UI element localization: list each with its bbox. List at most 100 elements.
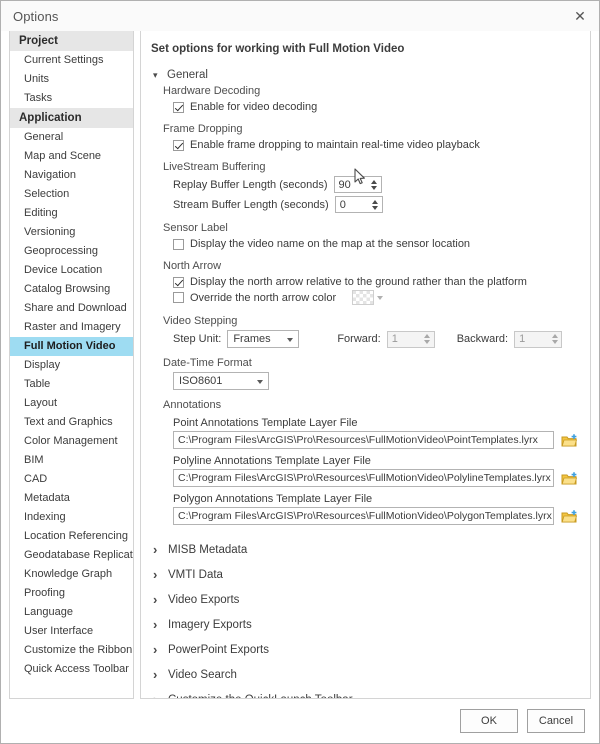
sidebar-item-tasks[interactable]: Tasks [10,89,133,108]
chevron-up-icon[interactable] [424,334,431,338]
sidebar-item-geoprocessing[interactable]: Geoprocessing [10,242,133,261]
sidebar-item-units[interactable]: Units [10,70,133,89]
checkbox-row-display-video-name[interactable]: Display the video name on the map at the… [173,237,578,251]
section-toggle-customize-quicklaunch-toolbar[interactable]: Customize the QuickLaunch Toolbar [153,687,578,699]
input-polyline-annotations-template[interactable]: C:\Program Files\ArcGIS\Pro\Resources\Fu… [173,469,554,487]
chevron-down-icon [257,380,263,384]
sidebar-item-table[interactable]: Table [10,375,133,394]
sidebar-item-color-management[interactable]: Color Management [10,432,133,451]
section-toggle-misb-metadata[interactable]: MISB Metadata [153,537,578,562]
sidebar-item-device-location[interactable]: Device Location [10,261,133,280]
sidebar-item-customize-the-ribbon[interactable]: Customize the Ribbon [10,641,133,660]
sidebar-item-selection[interactable]: Selection [10,185,133,204]
label-step-unit: Step Unit: [173,333,222,345]
sidebar-item-share-and-download[interactable]: Share and Download [10,299,133,318]
close-icon[interactable]: ✕ [561,1,599,31]
sidebar-item-navigation[interactable]: Navigation [10,166,133,185]
sidebar-item-display[interactable]: Display [10,356,133,375]
sidebar-item-geodatabase-replication[interactable]: Geodatabase Replication [10,546,133,565]
open-folder-icon[interactable] [561,471,578,486]
spinner-arrows-forward[interactable] [421,332,434,347]
input-polygon-annotations-template[interactable]: C:\Program Files\ArcGIS\Pro\Resources\Fu… [173,507,554,525]
chevron-down-icon [287,338,294,342]
open-folder-icon[interactable] [561,509,578,524]
sidebar-item-full-motion-video[interactable]: Full Motion Video [10,337,133,356]
spinner-value-replay-buffer-length[interactable]: 90 [334,177,368,192]
sidebar-item-layout[interactable]: Layout [10,394,133,413]
color-picker-north-arrow[interactable] [342,290,384,305]
label-stream-buffer-length: Stream Buffer Length (seconds) [173,198,329,211]
spinner-forward[interactable]: 1 [386,330,435,348]
checkbox-row-enable-frame-dropping[interactable]: Enable frame dropping to maintain real-t… [173,138,578,152]
section-toggle-video-exports[interactable]: Video Exports [153,587,578,612]
chevron-down-icon[interactable] [377,295,384,300]
checkbox-enable-frame-dropping[interactable] [173,139,184,151]
label-point-annotations-template: Point Annotations Template Layer File [173,417,358,429]
sidebar-item-bim[interactable]: BIM [10,451,133,470]
sidebar-item-catalog-browsing[interactable]: Catalog Browsing [10,280,133,299]
spinner-value-backward[interactable]: 1 [515,331,549,347]
input-point-annotations-template[interactable]: C:\Program Files\ArcGIS\Pro\Resources\Fu… [173,431,554,449]
dropdown-date-time-format[interactable]: ISO8601 [173,372,269,390]
chevron-up-icon[interactable] [551,334,558,338]
section-label-imagery-exports: Imagery Exports [168,618,252,631]
checkbox-override-north-arrow-color[interactable] [173,292,184,303]
checkbox-display-video-name[interactable] [173,238,184,250]
sidebar-item-cad[interactable]: CAD [10,470,133,489]
transparent-color-swatch[interactable] [352,290,375,305]
checkbox-enable-video-decoding[interactable] [173,101,184,113]
spinner-arrows-backward[interactable] [548,332,561,347]
spinner-stream-buffer-length[interactable]: 0 [334,196,383,213]
sidebar-item-editing[interactable]: Editing [10,204,133,223]
sidebar-item-text-and-graphics[interactable]: Text and Graphics [10,413,133,432]
sidebar-item-language[interactable]: Language [10,603,133,622]
field-row-stream-buffer-length: Stream Buffer Length (seconds) 0 [173,196,578,213]
ok-button[interactable]: OK [460,709,518,733]
sidebar-item-knowledge-graph[interactable]: Knowledge Graph [10,565,133,584]
spinner-arrows-replay-buffer-length[interactable] [368,177,381,192]
chevron-up-icon[interactable] [371,179,377,184]
checkbox-label-north-arrow-ground: Display the north arrow relative to the … [190,276,527,288]
chevron-down-icon[interactable] [371,185,377,190]
chevron-down-icon[interactable] [424,340,431,344]
dropdown-step-unit[interactable]: Frames [227,330,300,348]
spinner-value-stream-buffer-length[interactable]: 0 [335,197,369,212]
checkbox-row-enable-video-decoding[interactable]: Enable for video decoding [173,100,578,114]
sidebar-item-quick-access-toolbar[interactable]: Quick Access Toolbar [10,660,133,679]
sidebar-item-location-referencing[interactable]: Location Referencing [10,527,133,546]
open-folder-icon[interactable] [561,433,578,448]
section-label-misb-metadata: MISB Metadata [168,543,248,556]
chevron-down-icon[interactable] [372,205,379,210]
label-forward: Forward: [337,333,381,345]
sidebar-item-raster-and-imagery[interactable]: Raster and Imagery [10,318,133,337]
sidebar-item-proofing[interactable]: Proofing [10,584,133,603]
cancel-button[interactable]: Cancel [527,709,585,733]
sidebar-item-user-interface[interactable]: User Interface [10,622,133,641]
options-main-panel: Set options for working with Full Motion… [140,31,591,699]
sidebar-item-indexing[interactable]: Indexing [10,508,133,527]
checkbox-row-override-north-arrow-color[interactable]: Override the north arrow color [173,289,578,306]
checkbox-row-north-arrow-ground[interactable]: Display the north arrow relative to the … [173,275,578,289]
spinner-arrows-stream-buffer-length[interactable] [369,197,382,212]
sidebar-item-metadata[interactable]: Metadata [10,489,133,508]
chevron-down-icon[interactable] [551,340,558,344]
section-toggle-powerpoint-exports[interactable]: PowerPoint Exports [153,637,578,662]
section-label-general: General [167,69,208,81]
section-toggle-general[interactable]: General [153,69,578,81]
section-toggle-imagery-exports[interactable]: Imagery Exports [153,612,578,637]
sidebar-item-versioning[interactable]: Versioning [10,223,133,242]
spinner-value-forward[interactable]: 1 [387,331,421,347]
chevron-up-icon[interactable] [372,199,379,204]
spinner-replay-buffer-length[interactable]: 90 [333,176,382,193]
checkbox-label-override-north-arrow-color: Override the north arrow color [190,291,337,304]
spinner-backward[interactable]: 1 [514,330,563,348]
sidebar-item-current-settings[interactable]: Current Settings [10,51,133,70]
dropdown-value-date-time-format: ISO8601 [179,375,223,387]
section-toggle-vmti-data[interactable]: VMTI Data [153,562,578,587]
dropdown-value-step-unit: Frames [233,333,271,345]
section-toggle-video-search[interactable]: Video Search [153,662,578,687]
chevron-right-icon [153,568,161,581]
sidebar-item-map-and-scene[interactable]: Map and Scene [10,147,133,166]
sidebar-item-general[interactable]: General [10,128,133,147]
checkbox-north-arrow-ground[interactable] [173,276,184,288]
